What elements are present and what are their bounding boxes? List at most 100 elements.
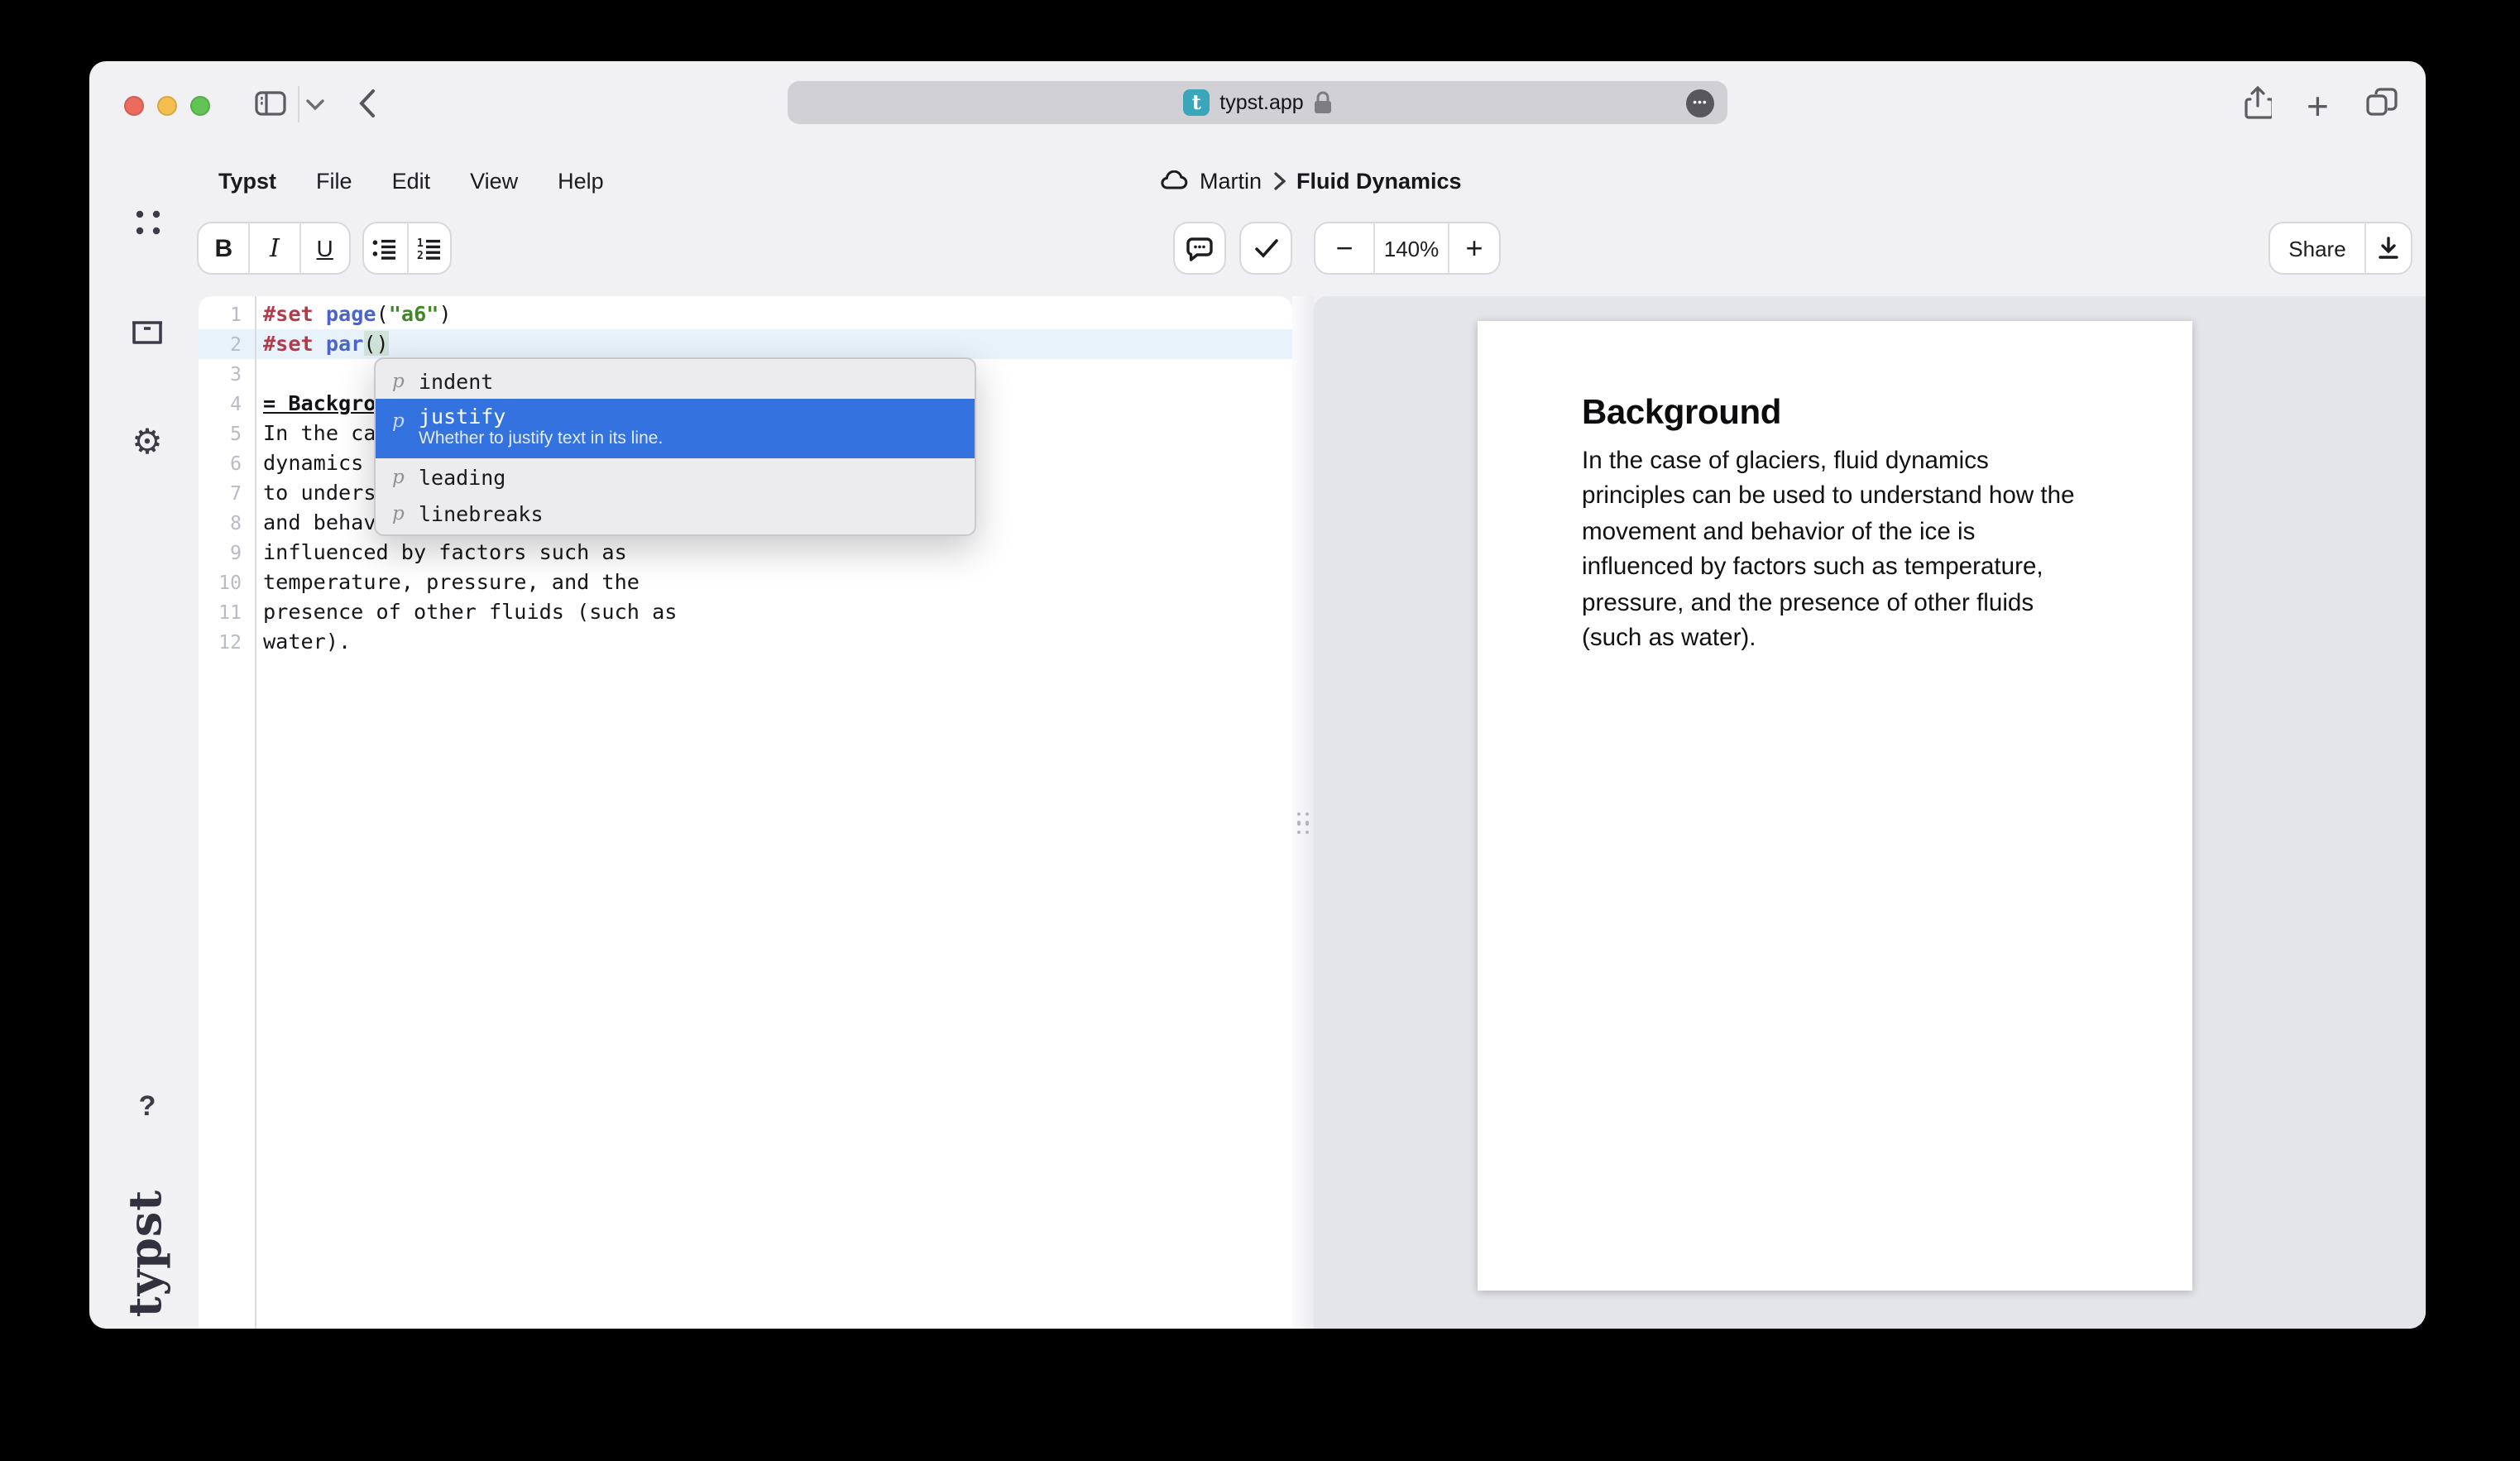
autocomplete-item[interactable]: pindent [376, 362, 975, 399]
code-text: influenced by factors such as [253, 538, 627, 568]
menu-view[interactable]: View [470, 168, 518, 193]
new-tab-icon[interactable]: + [2307, 84, 2329, 129]
autocomplete-item[interactable]: p justifyWhether to justify text in its l… [376, 399, 975, 458]
bullet-list-button[interactable] [364, 223, 407, 273]
preview-text-line: In the case of glaciers, fluid dynamics [1582, 445, 2138, 481]
share-page-icon[interactable] [2244, 86, 2272, 121]
menu-typst[interactable]: Typst [218, 168, 276, 193]
param-name: justify [419, 404, 663, 429]
tab-overview-icon[interactable] [2366, 88, 2398, 119]
zoom-group: − 140% + [1314, 222, 1501, 275]
preview-pane: Background In the case of glaciers, flui… [1314, 296, 2426, 1329]
code-line[interactable]: 1#set page("a6") [199, 299, 1292, 329]
help-icon[interactable]: ? [122, 1090, 172, 1123]
share-button[interactable]: Share [2270, 223, 2364, 273]
splitter-handle-icon[interactable] [1296, 812, 1310, 834]
numbered-list-button[interactable]: 1 2 [407, 223, 450, 273]
preview-text-line: pressure, and the presence of other flui… [1582, 587, 2138, 622]
italic-button[interactable]: I [249, 223, 299, 273]
autocomplete-item[interactable]: p leading [376, 458, 975, 495]
zoom-out-button[interactable]: − [1315, 223, 1373, 273]
dashboard-icon[interactable] [122, 208, 172, 237]
window-controls [124, 96, 210, 116]
typst-logo: typst [104, 1178, 190, 1327]
preview-text-line: movement and behavior of the ice is [1582, 516, 2138, 552]
fullscreen-window-button[interactable] [190, 96, 210, 116]
app-menubar: Typst File Edit View Help Martin Fluid D… [89, 152, 2426, 208]
param-description: Whether to justify text in its line. [419, 429, 663, 448]
line-number: 9 [199, 538, 253, 568]
titlebar-divider [298, 86, 299, 122]
breadcrumb: Martin Fluid Dynamics [1160, 152, 1462, 208]
code-text: presence of other fluids (such as [253, 597, 677, 627]
back-icon[interactable] [359, 89, 376, 117]
bold-button[interactable]: B [199, 223, 249, 273]
bullet-list-icon [373, 237, 398, 259]
param-name: leading [419, 464, 505, 489]
preview-page: Background In the case of glaciers, flui… [1478, 321, 2192, 1291]
code-text: #set page("a6") [253, 299, 452, 329]
param-name: indent [419, 368, 493, 393]
svg-text:2: 2 [417, 249, 424, 259]
preview-heading: Background [1582, 394, 2192, 434]
preview-paragraph: In the case of glaciers, fluid dynamicsp… [1582, 445, 2138, 658]
line-number: 5 [199, 419, 253, 448]
line-number: 3 [199, 359, 253, 389]
close-window-button[interactable] [124, 96, 144, 116]
spellcheck-button[interactable] [1241, 223, 1291, 273]
breadcrumb-workspace[interactable]: Martin [1200, 168, 1262, 193]
checkmark-icon [1253, 238, 1278, 258]
code-text: #set par() [253, 329, 389, 359]
preview-text-line: principles can be used to understand how… [1582, 481, 2138, 516]
line-number: 12 [199, 627, 253, 657]
svg-text:1: 1 [417, 237, 424, 249]
sidebar-toggle-icon[interactable] [255, 91, 286, 116]
autocomplete-popup: pindentpjustifyWhether to justify text i… [374, 357, 976, 536]
lock-icon [1314, 91, 1332, 114]
param-name: linebreaks [419, 501, 544, 525]
line-number: 8 [199, 508, 253, 538]
param-kind: p [392, 465, 405, 488]
typst-favicon: t [1183, 89, 1210, 116]
breadcrumb-document-title: Fluid Dynamics [1296, 168, 1462, 193]
list-group: 1 2 [362, 222, 452, 275]
screen: t typst.app ••• + [0, 0, 2520, 1461]
page-settings-icon[interactable]: ••• [1686, 89, 1714, 117]
line-number: 2 [199, 329, 253, 359]
menu-edit[interactable]: Edit [392, 168, 431, 193]
line-number: 10 [199, 568, 253, 597]
settings-gear-icon[interactable]: ⚙ [122, 425, 172, 460]
minimize-window-button[interactable] [157, 96, 177, 116]
code-line[interactable]: 11presence of other fluids (such as [199, 597, 1292, 627]
download-icon [2378, 237, 2399, 260]
code-line[interactable]: 2#set par() [199, 329, 1292, 359]
line-number: 11 [199, 597, 253, 627]
text-style-group: B I U [197, 222, 351, 275]
menu-file[interactable]: File [316, 168, 352, 193]
zoom-in-button[interactable]: + [1448, 223, 1499, 273]
code-line[interactable]: 12water). [199, 627, 1292, 657]
gutter-divider [254, 296, 256, 1329]
share-group: Share [2268, 222, 2412, 275]
comment-bubble-icon [1186, 236, 1213, 261]
numbered-list-icon: 1 2 [417, 237, 442, 259]
preview-text-line: influenced by factors such as temperatur… [1582, 551, 2138, 587]
param-kind: p [392, 409, 405, 432]
address-bar[interactable]: t typst.app ••• [788, 81, 1727, 124]
files-icon[interactable] [122, 318, 172, 346]
autocomplete-item[interactable]: plinebreaks [376, 495, 975, 531]
comments-button[interactable] [1175, 223, 1224, 273]
pane-splitter[interactable] [1292, 296, 1314, 1329]
comments-group [1173, 222, 1226, 275]
download-button[interactable] [2364, 223, 2411, 273]
underline-button[interactable]: U [299, 223, 349, 273]
line-number: 6 [199, 448, 253, 478]
code-text: temperature, pressure, and the [253, 568, 640, 597]
code-line[interactable]: 9influenced by factors such as [199, 538, 1292, 568]
code-line[interactable]: 10temperature, pressure, and the [199, 568, 1292, 597]
preview-text-line: (such as water). [1582, 622, 2138, 658]
url-text: typst.app [1219, 91, 1303, 114]
menu-help[interactable]: Help [558, 168, 604, 193]
breadcrumb-chevron-icon [1273, 171, 1285, 189]
chevron-down-icon[interactable] [306, 99, 324, 111]
